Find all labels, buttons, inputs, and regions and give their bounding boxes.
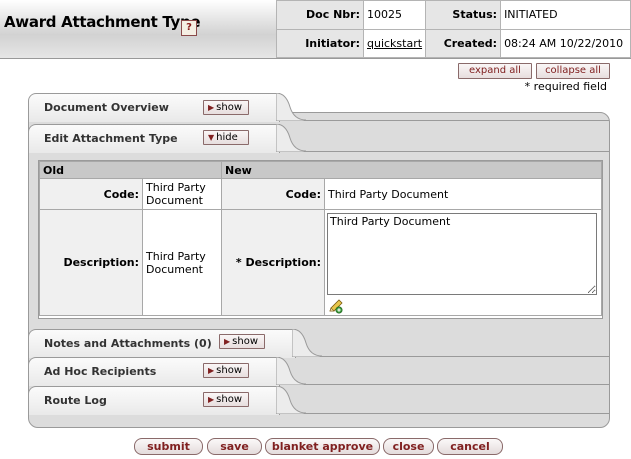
triangle-right-icon: ▶ — [208, 366, 215, 375]
old-description-value: Third Party Document — [142, 209, 222, 316]
help-icon[interactable]: ? — [181, 20, 197, 36]
new-code-value: Third Party Document — [324, 178, 602, 210]
tab-route-log: Route Log ▶ show — [28, 386, 609, 416]
initiator-label: Initiator: — [276, 28, 364, 58]
pencil-icon[interactable] — [328, 298, 344, 314]
tab-title: Edit Attachment Type — [44, 132, 178, 145]
tab-document-overview: Document Overview ▶ show — [28, 93, 609, 123]
triangle-down-icon: ▼ — [208, 133, 215, 142]
doc-nbr-label: Doc Nbr: — [276, 0, 364, 30]
tab-title: Notes and Attachments (0) — [44, 337, 212, 350]
show-button[interactable]: ▶ show — [219, 334, 265, 349]
tab-curve — [292, 329, 322, 357]
submit-button[interactable]: submit — [134, 438, 203, 455]
tab-curve — [276, 357, 306, 385]
tab-curve — [276, 93, 306, 121]
created-value: 08:24 AM 10/22/2010 — [500, 28, 631, 58]
show-button[interactable]: ▶ show — [203, 363, 249, 378]
tab-edit-attachment-type: Edit Attachment Type ▼ hide — [28, 124, 609, 154]
new-header: New — [221, 161, 602, 179]
triangle-right-icon: ▶ — [208, 395, 215, 404]
new-code-label: Code: — [221, 178, 325, 210]
required-field-note: * required field — [524, 80, 607, 93]
save-button[interactable]: save — [207, 438, 262, 455]
initiator-cell: quickstart — [362, 28, 427, 58]
description-textarea[interactable]: Third Party Document — [327, 213, 597, 295]
document-info-table: Doc Nbr: 10025 Status: INITIATED Initiat… — [276, 0, 631, 58]
expand-all-button[interactable]: expand all — [458, 63, 532, 79]
status-value: INITIATED — [500, 0, 631, 30]
page-title: Award Attachment Type — [4, 13, 201, 31]
tab-title: Document Overview — [44, 101, 169, 114]
doc-nbr-value: 10025 — [362, 0, 427, 30]
cancel-button[interactable]: cancel — [437, 438, 503, 455]
old-code-value: Third Party Document — [142, 178, 222, 210]
header-title-area: Award Attachment Type ? — [0, 0, 276, 58]
old-code-label: Code: — [39, 178, 143, 210]
tab-curve — [276, 386, 306, 414]
show-button[interactable]: ▶ show — [203, 392, 249, 407]
tab-notes-and-attachments: Notes and Attachments (0) ▶ show — [28, 329, 609, 359]
tab-title: Route Log — [44, 394, 107, 407]
tab-ad-hoc-recipients: Ad Hoc Recipients ▶ show — [28, 357, 609, 387]
blanket-approve-button[interactable]: blanket approve — [265, 438, 380, 455]
document-header: Award Attachment Type ? Doc Nbr: 10025 S… — [0, 0, 631, 59]
old-description-label: Description: — [39, 209, 143, 316]
tab-title: Ad Hoc Recipients — [44, 365, 157, 378]
new-description-label: * Description: — [221, 209, 325, 316]
triangle-right-icon: ▶ — [224, 337, 231, 346]
initiator-link[interactable]: quickstart — [367, 37, 422, 50]
triangle-right-icon: ▶ — [208, 103, 215, 112]
old-header: Old — [39, 161, 222, 179]
created-label: Created: — [425, 28, 502, 58]
show-button[interactable]: ▶ show — [203, 100, 249, 115]
tab-curve — [276, 124, 306, 152]
status-label: Status: — [425, 0, 502, 30]
close-button[interactable]: close — [383, 438, 434, 455]
collapse-all-button[interactable]: collapse all — [536, 63, 610, 79]
hide-button[interactable]: ▼ hide — [203, 130, 249, 145]
